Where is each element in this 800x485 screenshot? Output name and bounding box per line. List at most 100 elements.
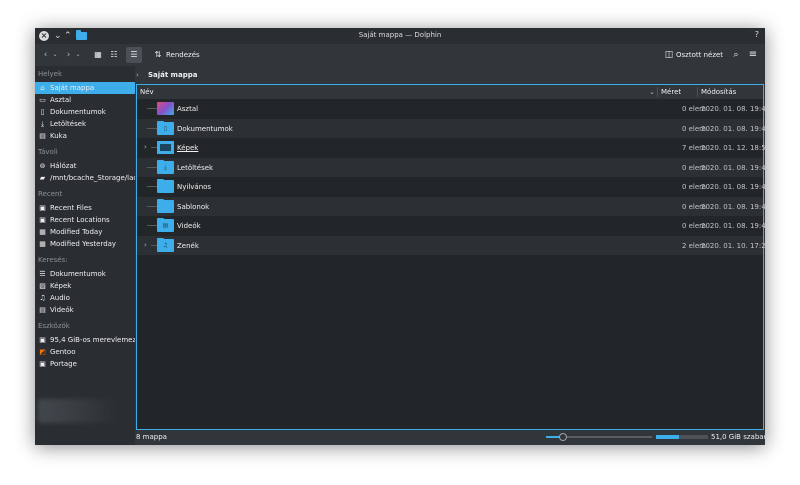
file-name: Sablonok [177,202,210,211]
file-view[interactable]: Név ⌄ Méret Módosítás Asztal 0 elem 2020… [136,84,765,430]
video-icon: ▤ [39,306,46,314]
device-gentoo[interactable]: ◩ Gentoo [35,346,135,358]
zoom-slider[interactable] [546,433,652,441]
icons-view-icon[interactable]: ▦ [92,47,104,63]
split-view-icon[interactable]: ◫ [663,47,675,63]
harddisk-icon: ▣ [39,336,46,344]
file-modified: 2020. 01. 08. 19:45 [701,124,765,133]
table-row[interactable]: ▤ Videók 0 elem 2020. 01. 08. 19:45 [137,216,765,236]
calendar-icon: ▦ [39,228,46,236]
music-note-icon: ♫ [39,294,46,302]
calendar-icon: ▦ [39,240,46,248]
back-icon[interactable]: ‹ [40,47,51,63]
file-name: Letöltések [177,163,214,172]
split-view-button[interactable]: Osztott nézet [676,51,723,59]
search-heading: Keresés: [38,256,68,264]
music-folder-icon: ♫ [157,237,174,252]
recent-locations[interactable]: ▣ Recent Locations [35,214,135,226]
file-modified: 2020. 01. 08. 19:45 [701,202,765,211]
search-videos[interactable]: ▤ Videók [35,304,135,316]
details-view-icon[interactable]: ☰ [126,47,142,63]
compact-view-icon[interactable]: ☷ [108,47,120,63]
pictures-folder-icon [157,141,174,154]
window-title: Saját mappa — Dolphin [358,31,442,39]
place-documents[interactable]: ▯ Dokumentumok [35,106,135,118]
forward-history-icon[interactable]: ⌄ [74,47,82,63]
file-modified: 2020. 01. 08. 19:45 [701,163,765,172]
drive-icon: ▣ [39,360,46,368]
sort-button[interactable]: Rendezés [166,51,200,59]
folder-count: 8 mappa [136,433,167,441]
places-heading: Helyek [38,70,63,78]
back-history-icon[interactable]: ⌄ [51,47,59,63]
free-space-label[interactable]: 51,0 GiB szabad [711,430,765,445]
file-name: Képek [177,144,199,152]
modified-today[interactable]: ▦ Modified Today [35,226,135,238]
place-home[interactable]: ⌂ Saját mappa [35,82,135,94]
place-network-share[interactable]: ▰/mnt/bcache_Storage/lacy [35,172,135,184]
breadcrumb-chevron-icon[interactable]: › [136,68,139,82]
dolphin-window: × ⌄ ⌃ Saját mappa — Dolphin ? ‹ ⌄ › ⌄ ▦ … [35,28,765,445]
file-modified: 2020. 01. 12. 18:51 [701,144,765,152]
table-row[interactable]: › ♫ Zenék 2 elem 2020. 01. 10. 17:27 [137,235,765,255]
file-name: Videók [177,222,201,230]
place-downloads[interactable]: ⤓ Letöltések [35,118,135,130]
free-space-bar [656,435,708,439]
modified-yesterday[interactable]: ▦ Modified Yesterday [35,238,135,250]
table-row[interactable]: ⤓ Letöltések 0 elem 2020. 01. 08. 19:45 [137,157,765,177]
desktop-folder-icon [157,102,174,115]
download-icon: ⤓ [40,120,45,128]
search-documents-icon: ☰ [39,270,46,278]
device-harddisk[interactable]: ▣ 95,4 GiB-os merevlemez [35,334,135,346]
search-audio[interactable]: ♫ Audio [35,292,135,304]
file-modified: 2020. 01. 08. 19:45 [701,105,765,113]
search-documents[interactable]: ☰ Dokumentumok [35,268,135,280]
remote-heading: Távoli [38,148,58,156]
column-divider[interactable] [697,87,698,97]
file-name: Zenék [177,241,199,250]
network-drive-icon: ▰ [39,174,46,182]
table-row[interactable]: Asztal 0 elem 2020. 01. 08. 19:45 [137,99,765,119]
places-panel: Helyek ⌂ Saját mappa ▭ Asztal ▯ Dokumentumo… [35,66,135,445]
recent-heading: Recent [38,190,63,198]
sort-arrow-icon: ⌄ [649,88,655,96]
column-header: Név ⌄ Méret Módosítás [137,85,763,99]
status-bar: 8 mappa 51,0 GiB szabad [136,430,765,445]
column-modified[interactable]: Módosítás [701,85,736,99]
sort-icon[interactable]: ⇅ [153,47,163,63]
desktop-icon: ▭ [39,96,46,104]
help-button[interactable]: ? [755,30,759,39]
place-trash[interactable]: ▤ Kuka [35,130,135,142]
file-modified: 2020. 01. 08. 19:45 [701,222,765,230]
trash-icon: ▤ [39,132,46,140]
file-modified: 2020. 01. 10. 17:27 [701,241,765,250]
file-modified: 2020. 01. 08. 19:45 [701,183,765,191]
zoom-slider-handle[interactable] [558,433,567,441]
table-row[interactable]: ▯ Dokumentumok 0 elem 2020. 01. 08. 19:4… [137,118,765,138]
place-network[interactable]: ⊚ Hálózat [35,160,135,172]
recent-files-icon: ▣ [39,204,46,212]
downloads-folder-icon: ⤓ [157,159,174,174]
table-row[interactable]: Sablonok 0 elem 2020. 01. 08. 19:45 [137,196,765,216]
documents-icon: ▯ [40,108,45,116]
table-row[interactable]: Nyilvános 0 elem 2020. 01. 08. 19:45 [137,177,765,197]
place-desktop[interactable]: ▭ Asztal [35,94,135,106]
file-name: Asztal [177,105,199,113]
column-name[interactable]: Név [140,85,154,99]
recent-locations-icon: ▣ [39,216,46,224]
table-row[interactable]: › Képek 7 elem 2020. 01. 12. 18:51 [137,138,765,158]
gentoo-drive-icon: ◩ [39,348,46,356]
column-size[interactable]: Méret [661,85,681,99]
search-icon[interactable]: ⌕ [730,47,742,63]
breadcrumb-home[interactable]: Saját mappa [148,68,197,82]
recent-files[interactable]: ▣ Recent Files [35,202,135,214]
expand-icon[interactable]: › [144,241,147,249]
device-portage[interactable]: ▣ Portage [35,358,135,370]
column-divider[interactable] [657,87,658,97]
forward-icon[interactable]: › [63,47,74,63]
expand-icon[interactable]: › [144,143,147,151]
hamburger-menu-icon[interactable]: ≡ [747,47,759,63]
home-icon: ⌂ [40,84,45,92]
search-images[interactable]: ▨ Képek [35,280,135,292]
templates-folder-icon [157,198,174,213]
